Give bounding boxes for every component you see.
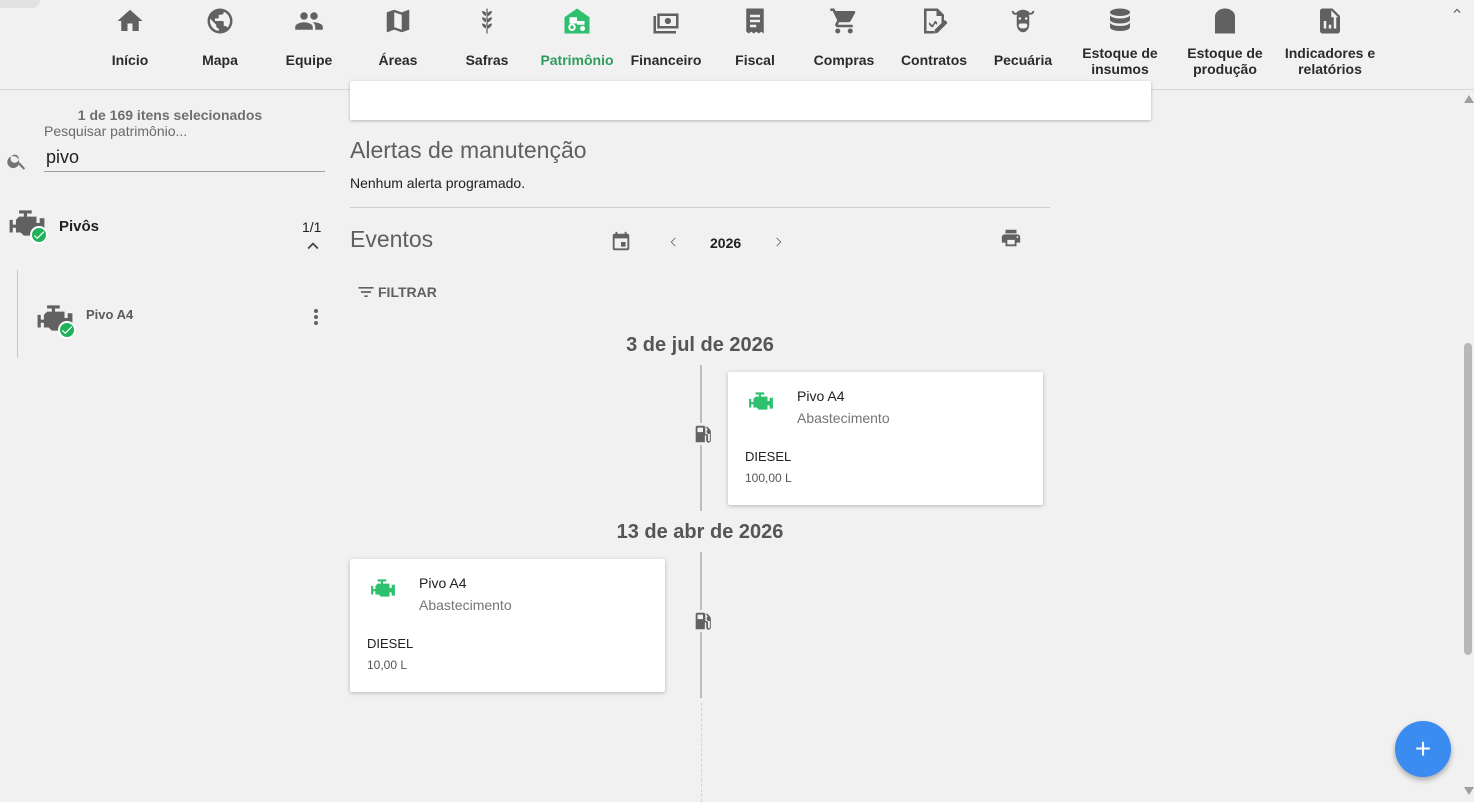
- group-count: 1/1: [302, 219, 322, 235]
- more-vert-icon[interactable]: [304, 305, 328, 329]
- scroll-thumb[interactable]: [1464, 343, 1472, 655]
- people-icon: [294, 6, 324, 36]
- receipt-icon: [740, 6, 770, 36]
- report-icon: [1315, 6, 1345, 36]
- database-icon: [1105, 6, 1135, 36]
- search-input[interactable]: [44, 143, 325, 172]
- asset-sidebar: 1 de 169 itens selecionados Pesquisar pa…: [0, 91, 340, 802]
- event-quantity: 10,00 L: [367, 658, 408, 672]
- plus-icon: +: [1414, 733, 1432, 764]
- search-label: Pesquisar patrimônio...: [44, 123, 188, 139]
- info-card: [350, 81, 1151, 120]
- event-fuel: DIESEL: [745, 449, 792, 464]
- engine-icon: [748, 388, 774, 414]
- home-icon: [115, 6, 145, 36]
- asset-name: Pivo A4: [86, 307, 134, 322]
- globe-icon: [205, 6, 235, 36]
- year-label: 2026: [710, 235, 742, 251]
- add-button[interactable]: +: [1395, 721, 1451, 777]
- calendar-icon[interactable]: [610, 231, 632, 253]
- event-type: Abastecimento: [419, 597, 512, 613]
- asset-item[interactable]: Pivo A4: [18, 291, 340, 339]
- nav-label: Indicadores e relatórios: [1284, 45, 1376, 77]
- timeline-end: [701, 703, 702, 802]
- event-fuel: DIESEL: [367, 636, 414, 651]
- scroll-up-arrow-icon[interactable]: [1464, 95, 1474, 103]
- engine-icon: [370, 575, 396, 601]
- nav-label: Estoque de produção: [1187, 45, 1263, 77]
- event-asset: Pivo A4: [797, 388, 845, 404]
- decorative-corner: [0, 0, 40, 8]
- timeline-date: 13 de abr de 2026: [616, 521, 784, 543]
- event-type: Abastecimento: [797, 410, 890, 426]
- group-name: Pivôs: [59, 218, 100, 235]
- scroll-down-arrow-icon[interactable]: [1464, 787, 1474, 795]
- alerts-text: Nenhum alerta programado.: [350, 175, 526, 191]
- check-icon: [58, 321, 76, 339]
- chevron-right-icon[interactable]: [768, 232, 788, 252]
- filter-button[interactable]: FILTRAR: [356, 281, 437, 303]
- search-icon: [6, 150, 28, 172]
- event-card[interactable]: Pivo A4 Abastecimento DIESEL 10,00 L: [350, 559, 665, 692]
- chevron-left-icon[interactable]: [664, 232, 684, 252]
- contract-icon: [919, 6, 949, 36]
- silo-icon: [1210, 6, 1240, 36]
- divider: [350, 207, 1050, 208]
- event-asset: Pivo A4: [419, 575, 467, 591]
- print-icon[interactable]: [1000, 227, 1022, 249]
- filter-icon: [358, 287, 374, 297]
- timeline-date: 3 de jul de 2026: [626, 334, 774, 356]
- filter-label: FILTRAR: [378, 284, 437, 300]
- event-quantity: 100,00 L: [745, 471, 792, 485]
- nav-item-estoque-producao[interactable]: Estoque de produção: [1170, 0, 1280, 90]
- selected-count: 1 de 169 itens selecionados: [77, 107, 263, 123]
- cart-icon: [829, 6, 859, 36]
- events-title: Eventos: [350, 226, 434, 252]
- event-card[interactable]: Pivo A4 Abastecimento DIESEL 100,00 L: [728, 372, 1043, 505]
- chevron-up-icon[interactable]: [302, 235, 324, 257]
- nav-label: Pecuária: [993, 52, 1053, 68]
- engine-icon: [36, 299, 76, 339]
- collapse-chevron-icon[interactable]: [1450, 4, 1464, 18]
- nav-label: Estoque de insumos: [1082, 45, 1158, 77]
- top-navigation: Início Mapa Equipe Áreas Safras Patrimôn…: [0, 0, 1474, 90]
- cow-icon: [1008, 6, 1038, 36]
- engine-icon: [8, 204, 48, 244]
- alerts-title: Alertas de manutenção: [350, 137, 587, 163]
- map-icon: [383, 6, 413, 36]
- check-icon: [30, 226, 48, 244]
- main-content: Alertas de manutenção Nenhum alerta prog…: [340, 81, 1460, 802]
- fuel-pump-icon: [692, 423, 714, 445]
- fuel-pump-icon: [692, 610, 714, 632]
- wheat-icon: [472, 6, 502, 36]
- vertical-scrollbar[interactable]: [1462, 91, 1474, 802]
- asset-group-pivos[interactable]: Pivôs 1/1: [0, 206, 340, 250]
- tractor-barn-icon: [562, 6, 592, 36]
- money-icon: [651, 6, 681, 36]
- nav-item-pecuaria[interactable]: Pecuária: [968, 0, 1078, 90]
- nav-item-estoque-insumos[interactable]: Estoque de insumos: [1065, 0, 1175, 90]
- nav-item-indicadores[interactable]: Indicadores e relatórios: [1275, 0, 1385, 90]
